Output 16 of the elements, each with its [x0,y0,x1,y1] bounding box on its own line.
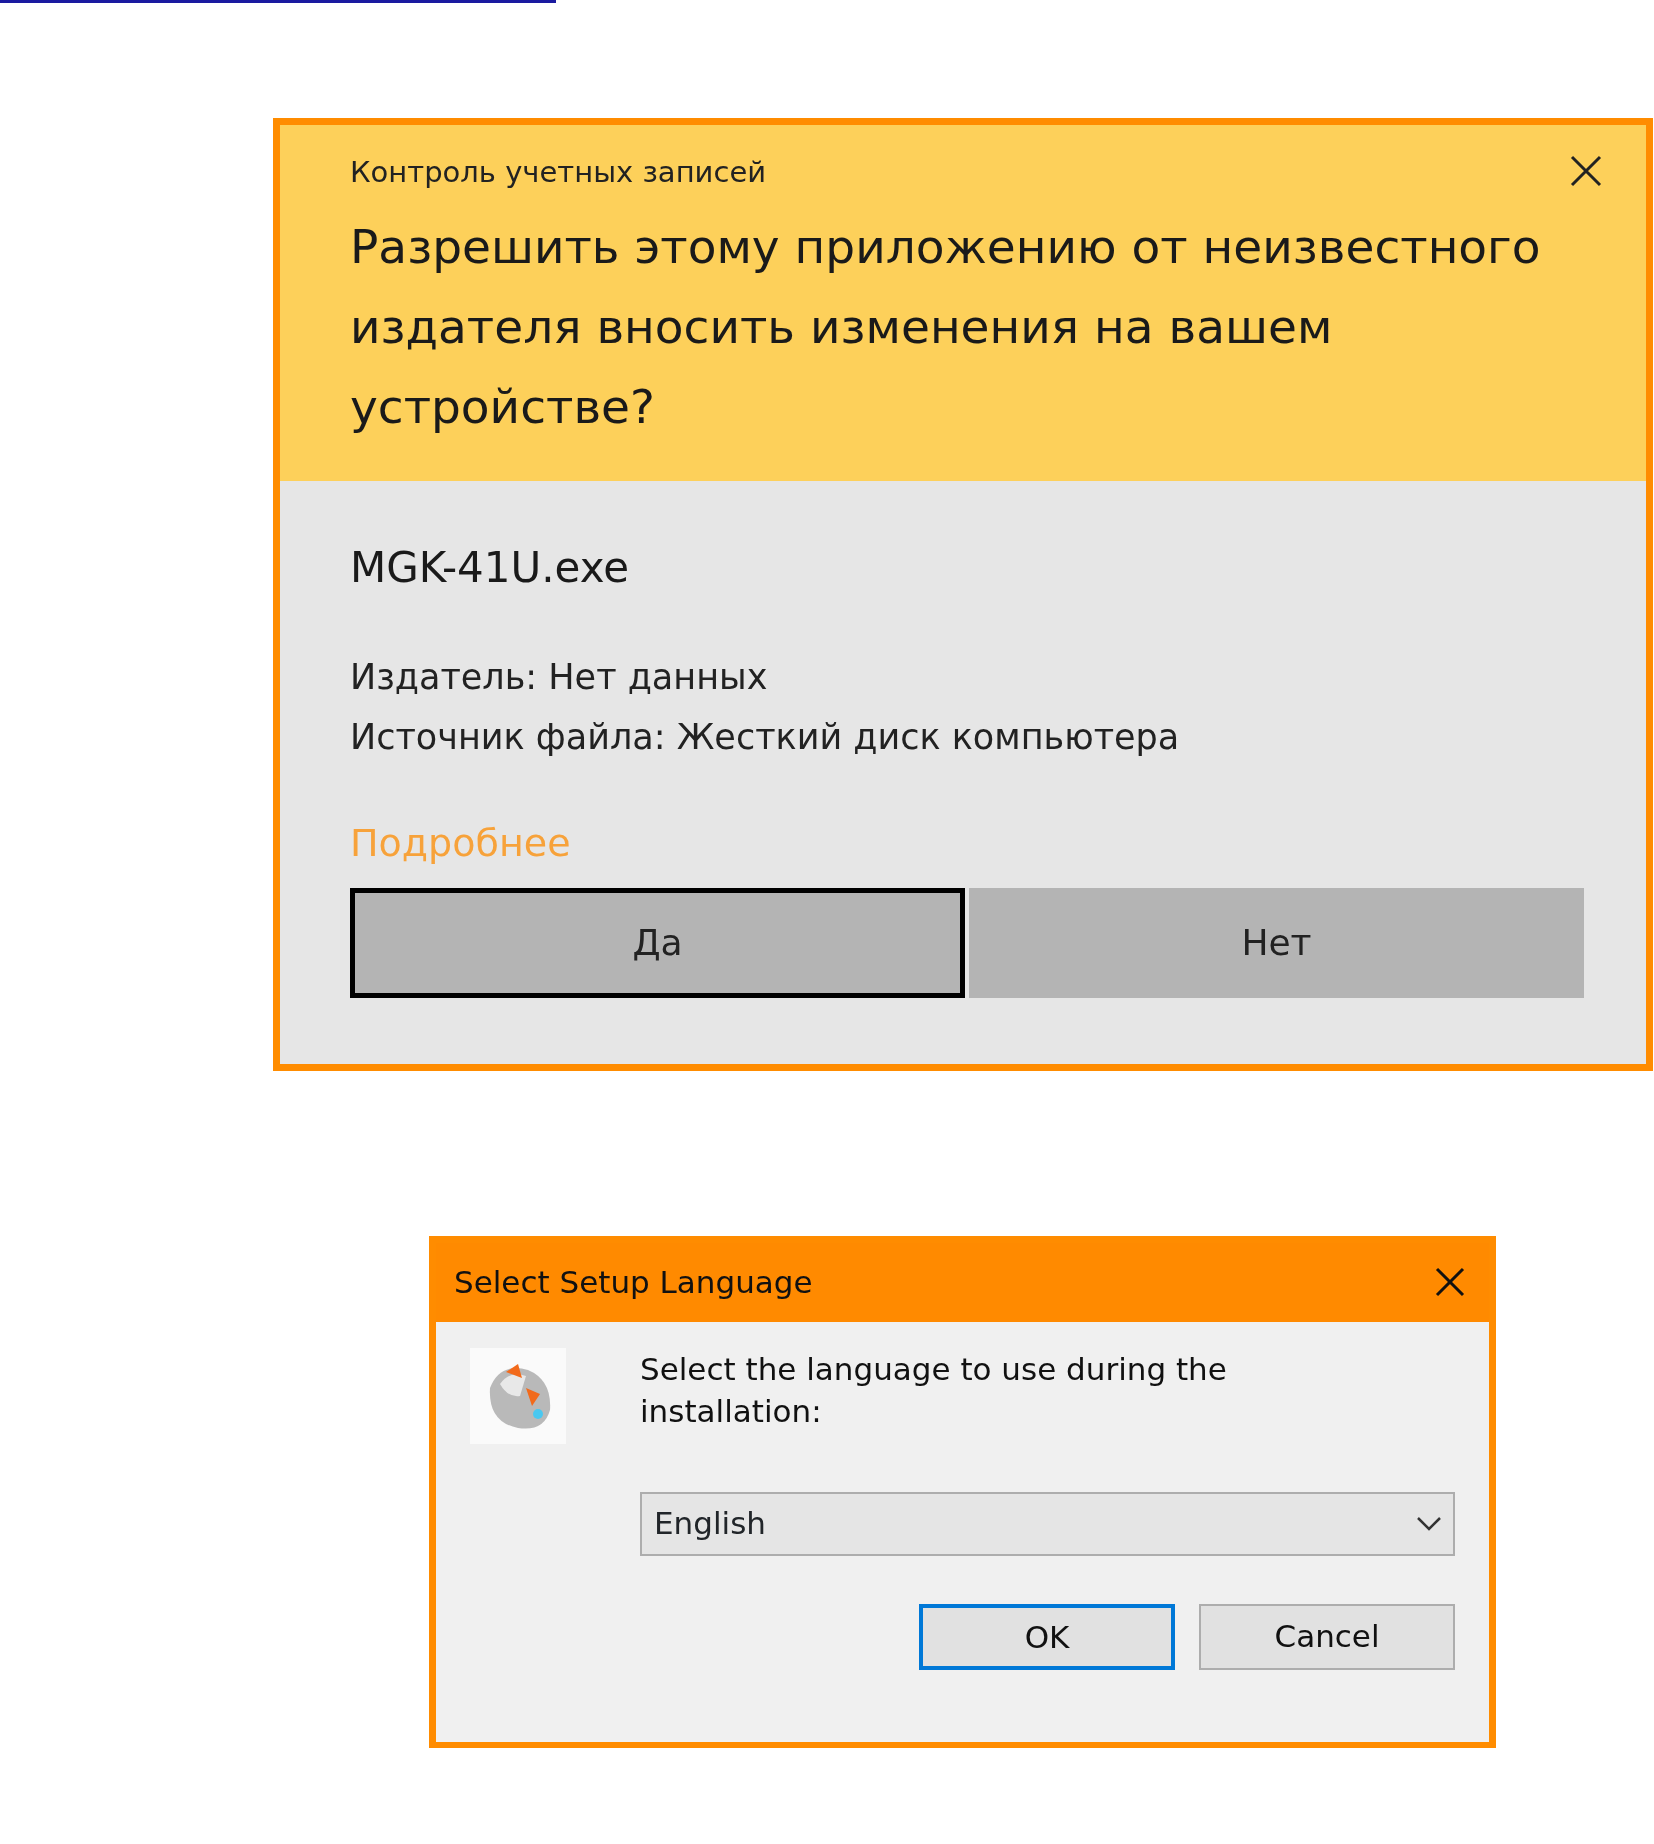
detail-text: Издатель: Нет данных [350,655,769,699]
dialog-button[interactable]: Cancel [1199,1603,1455,1670]
program-name: MGK-41U.exe [350,541,631,594]
mouse-icon [470,1347,566,1444]
language-dropdown[interactable]: English [640,1491,1455,1556]
dialog-button[interactable]: Нет [969,887,1584,998]
dialog-button[interactable]: Да [350,887,965,998]
chevron-icon [1417,1516,1441,1531]
dialog-title: Select Setup Language [454,1262,813,1302]
close-icon [1435,1267,1465,1297]
dialog-title: Контроль учетных записей [350,154,767,191]
close-icon [1570,155,1602,187]
dialog-question: Разрешить этому приложению от неизвестного издателя вносить изменения на вашем устройстве? [350,217,1542,436]
detail-text: Источник файла: Жесткий диск компьютера [350,715,1181,759]
dialog-button[interactable]: OK [919,1603,1175,1670]
prompt-text: Select the language to use during the installation: [640,1349,1228,1431]
